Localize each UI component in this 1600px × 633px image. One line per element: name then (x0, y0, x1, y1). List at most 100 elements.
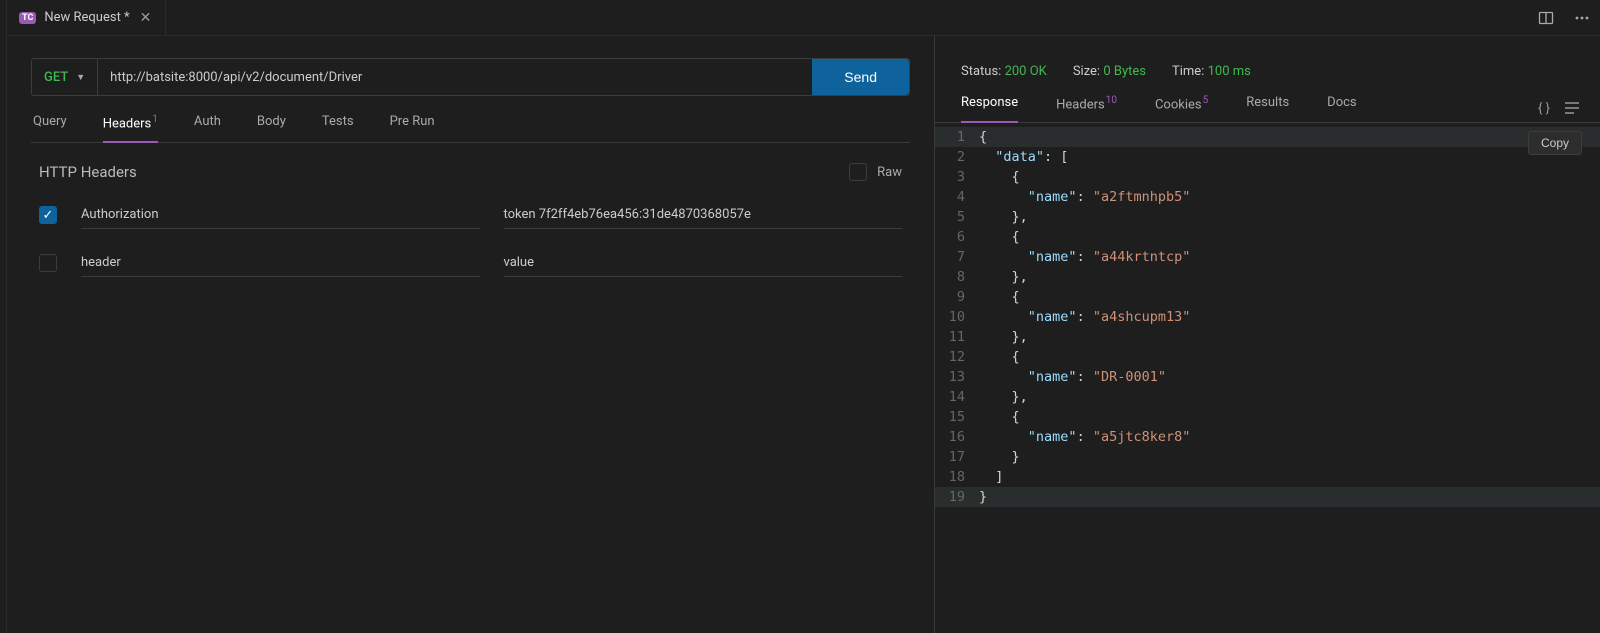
raw-label: Raw (877, 165, 902, 180)
line-number: 19 (935, 487, 979, 507)
response-tab-results[interactable]: Results (1246, 95, 1289, 122)
header-row: header value (39, 249, 902, 277)
raw-checkbox[interactable] (849, 163, 867, 181)
method-select[interactable]: GET ▼ (32, 59, 98, 95)
header-name-input[interactable]: header (81, 249, 480, 277)
request-tabs: Query Headers1 Auth Body Tests Pre Run (31, 96, 910, 143)
word-wrap-icon[interactable] (1564, 101, 1580, 116)
code-content: }, (979, 267, 1028, 287)
line-number: 15 (935, 407, 979, 427)
header-name-input[interactable]: Authorization (81, 201, 480, 229)
code-content: } (979, 447, 1020, 467)
headers-section: HTTP Headers Raw ✓Authorizationtoken 7f2… (31, 143, 910, 297)
response-pane: Status: 200 OK Size: 0 Bytes Time: 100 m… (935, 36, 1600, 633)
code-content: "name": "a44krtntcp" (979, 247, 1190, 267)
header-value-input[interactable]: value (504, 249, 903, 277)
code-line: 9 { (935, 287, 1600, 307)
line-number: 13 (935, 367, 979, 387)
tab-badge: 1 (152, 114, 158, 125)
header-enable-checkbox[interactable] (39, 254, 57, 272)
code-content: "name": "a2ftmnhpb5" (979, 187, 1190, 207)
thunder-client-icon: TC (19, 12, 36, 24)
code-line: 3 { (935, 167, 1600, 187)
line-number: 2 (935, 147, 979, 167)
line-number: 12 (935, 347, 979, 367)
line-number: 18 (935, 467, 979, 487)
close-icon[interactable]: ✕ (138, 10, 154, 26)
more-icon[interactable] (1564, 10, 1600, 26)
request-tab-tests[interactable]: Tests (322, 114, 354, 142)
code-line: 16 "name": "a5jtc8ker8" (935, 427, 1600, 447)
code-content: "name": "a4shcupm13" (979, 307, 1190, 327)
code-line: 15 { (935, 407, 1600, 427)
line-number: 9 (935, 287, 979, 307)
code-content: ] (979, 467, 1003, 487)
request-tab-auth[interactable]: Auth (194, 114, 221, 142)
code-content: }, (979, 327, 1028, 347)
code-line: 18 ] (935, 467, 1600, 487)
code-content: { (979, 407, 1020, 427)
header-value-input[interactable]: token 7f2ff4eb76ea456:31de4870368057e (504, 201, 903, 229)
line-number: 5 (935, 207, 979, 227)
raw-toggle[interactable]: Raw (849, 163, 902, 181)
code-line: 12 { (935, 347, 1600, 367)
response-tabs: Response Headers10 Cookies5 Results Docs (961, 95, 1538, 122)
code-line: 6 { (935, 227, 1600, 247)
request-tab-query[interactable]: Query (33, 114, 67, 142)
request-url-row: GET ▼ http://batsite:8000/api/v2/documen… (31, 58, 910, 96)
send-button[interactable]: Send (812, 59, 909, 95)
editor-tab[interactable]: TC New Request * ✕ (7, 0, 166, 35)
code-content: "name": "DR-0001" (979, 367, 1166, 387)
line-number: 3 (935, 167, 979, 187)
split-layout-icon[interactable] (1528, 10, 1564, 26)
code-content: { (979, 287, 1020, 307)
code-content: { (979, 227, 1020, 247)
header-enable-checkbox[interactable]: ✓ (39, 206, 57, 224)
tab-badge: 5 (1203, 95, 1209, 106)
code-line: 1{ (935, 127, 1600, 147)
response-tab-cookies[interactable]: Cookies5 (1155, 95, 1208, 122)
line-number: 7 (935, 247, 979, 267)
line-number: 10 (935, 307, 979, 327)
line-number: 8 (935, 267, 979, 287)
code-line: 4 "name": "a2ftmnhpb5" (935, 187, 1600, 207)
response-tab-docs[interactable]: Docs (1327, 95, 1356, 122)
editor-tab-bar: TC New Request * ✕ (7, 0, 1600, 36)
code-line: 14 }, (935, 387, 1600, 407)
tab-badge: 10 (1106, 95, 1117, 106)
code-line: 7 "name": "a44krtntcp" (935, 247, 1600, 267)
code-content: } (979, 487, 987, 507)
line-number: 14 (935, 387, 979, 407)
code-content: "data": [ (979, 147, 1068, 167)
chevron-down-icon: ▼ (76, 72, 85, 83)
response-body[interactable]: Copy 1{2 "data": [3 {4 "name": "a2ftmnhp… (935, 123, 1600, 633)
code-line: 8 }, (935, 267, 1600, 287)
code-line: 2 "data": [ (935, 147, 1600, 167)
response-tab-headers[interactable]: Headers10 (1056, 95, 1117, 122)
code-line: 5 }, (935, 207, 1600, 227)
line-number: 16 (935, 427, 979, 447)
line-number: 11 (935, 327, 979, 347)
code-content: }, (979, 387, 1028, 407)
request-tab-pre-run[interactable]: Pre Run (390, 114, 435, 142)
request-tab-headers[interactable]: Headers1 (103, 114, 158, 143)
code-content: { (979, 167, 1020, 187)
size-item: Size: 0 Bytes (1073, 64, 1146, 79)
code-content: "name": "a5jtc8ker8" (979, 427, 1190, 447)
time-item: Time: 100 ms (1172, 64, 1251, 79)
line-number: 1 (935, 127, 979, 147)
request-tab-body[interactable]: Body (257, 114, 286, 142)
code-line: 11 }, (935, 327, 1600, 347)
response-status-bar: Status: 200 OK Size: 0 Bytes Time: 100 m… (935, 36, 1600, 95)
tab-title: New Request * (44, 10, 129, 25)
code-content: { (979, 127, 987, 147)
code-line: 17 } (935, 447, 1600, 467)
header-row: ✓ Authorization token 7f2ff4eb76ea456:31de… (39, 201, 902, 229)
code-content: { (979, 347, 1020, 367)
response-tab-response[interactable]: Response (961, 95, 1018, 123)
copy-button[interactable]: Copy (1528, 131, 1582, 155)
url-input[interactable]: http://batsite:8000/api/v2/document/Driv… (98, 59, 812, 95)
code-line: 10 "name": "a4shcupm13" (935, 307, 1600, 327)
code-line: 13 "name": "DR-0001" (935, 367, 1600, 387)
format-json-icon[interactable]: { } (1538, 101, 1550, 116)
